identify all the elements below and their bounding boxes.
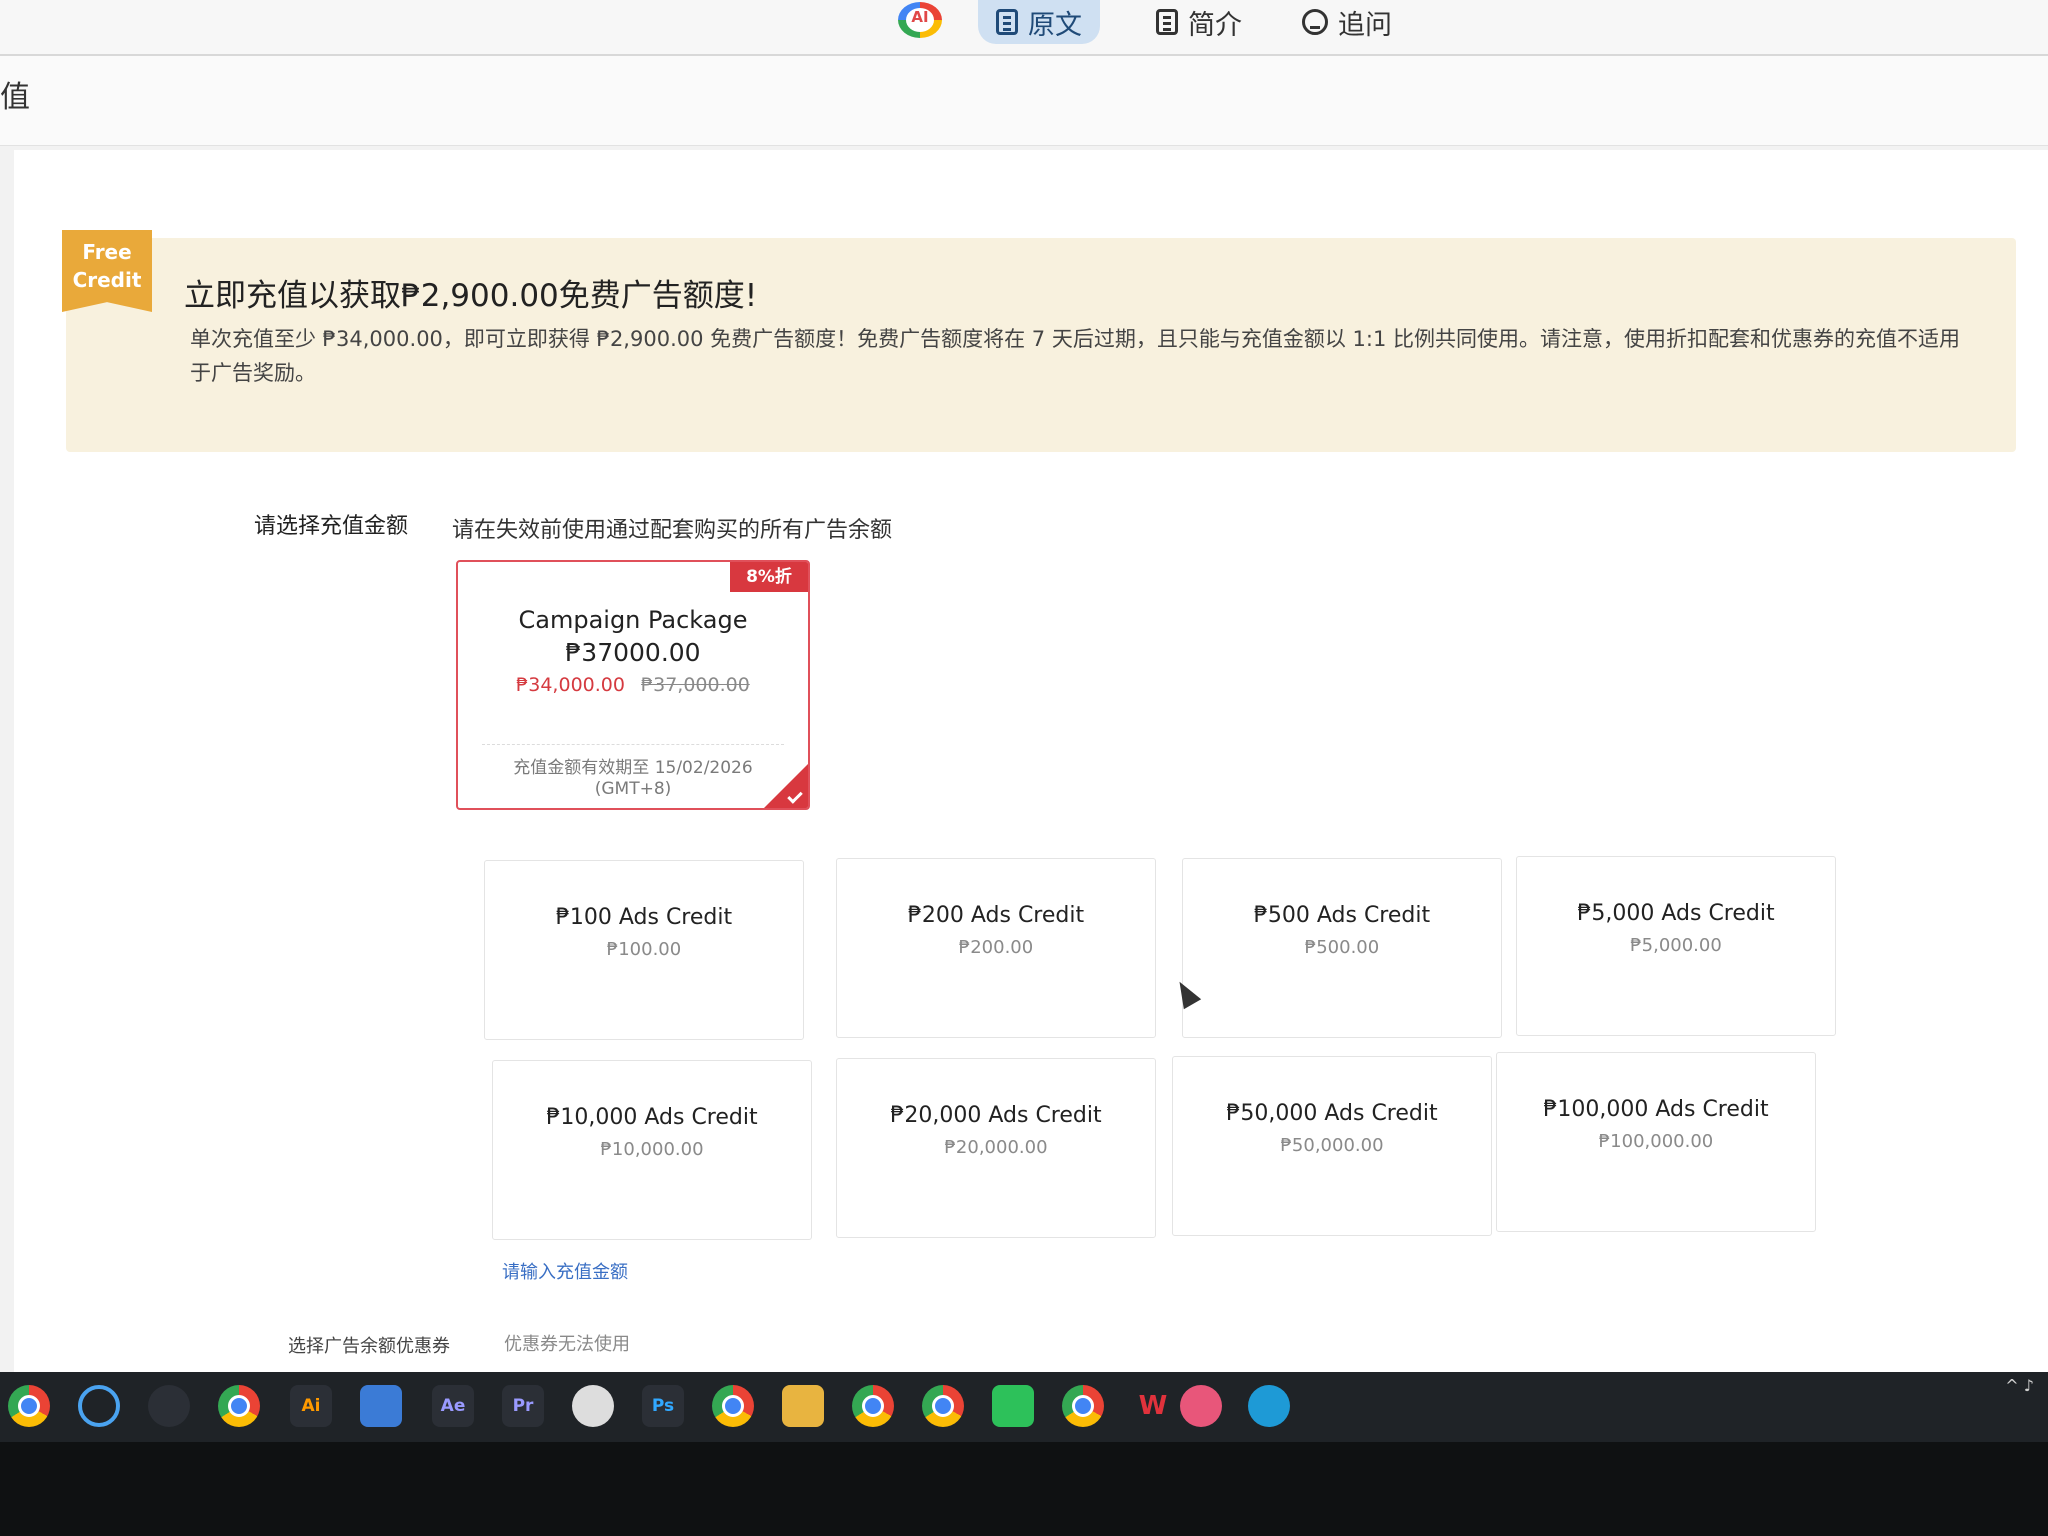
screen-bezel — [0, 1442, 2048, 1536]
credit-name: ₱200 Ads Credit — [907, 903, 1085, 928]
chrome-icon[interactable] — [922, 1385, 964, 1427]
campaign-expiry-date: 充值金额有效期至 15/02/2026 — [513, 758, 753, 778]
chrome-icon[interactable] — [218, 1385, 260, 1427]
credit-name: ₱10,000 Ads Credit — [546, 1105, 758, 1130]
system-tray[interactable]: ^ ♪ — [2005, 1376, 2034, 1395]
edge-icon[interactable] — [1248, 1385, 1290, 1427]
app-icon[interactable] — [360, 1385, 402, 1427]
tab-summary[interactable]: 简介 — [1138, 0, 1260, 44]
campaign-price-row: ₱34,000.00 ₱37,000.00 — [458, 674, 808, 696]
credit-price: ₱500.00 — [1304, 937, 1380, 958]
free-credit-badge: Free Credit — [62, 230, 152, 312]
illustrator-icon[interactable]: Ai — [290, 1385, 332, 1427]
campaign-price: ₱37000.00 — [565, 638, 701, 667]
campaign-package-card[interactable]: 8%折 Campaign Package ₱37000.00 ₱34,000.0… — [456, 560, 810, 810]
chrome-icon[interactable] — [712, 1385, 754, 1427]
banner-title: 立即充值以获取₱2,900.00免费广告额度! — [184, 278, 758, 314]
credit-name: ₱5,000 Ads Credit — [1577, 901, 1775, 926]
page-title: 值 — [0, 80, 30, 115]
ai-logo-text: AI — [911, 8, 929, 26]
wps-icon[interactable]: W — [1132, 1385, 1174, 1427]
credit-price: ₱50,000.00 — [1280, 1135, 1384, 1156]
obs-icon[interactable] — [572, 1385, 614, 1427]
credit-price: ₱200.00 — [958, 937, 1034, 958]
premiere-icon[interactable]: Pr — [502, 1385, 544, 1427]
wechat-icon[interactable] — [992, 1385, 1034, 1427]
tab-original-label: 原文 — [1028, 9, 1082, 41]
badge-line1: Free — [82, 240, 132, 264]
coupon-label: 选择广告余额优惠券 — [288, 1336, 450, 1357]
banner-description: 单次充值至少 ₱34,000.00，即可立即获得 ₱2,900.00 免费广告额… — [190, 327, 1960, 385]
credit-price: ₱10,000.00 — [600, 1139, 704, 1160]
amount-select-note: 请在失效前使用通过配套购买的所有广告余额 — [452, 518, 893, 543]
page-header: 值 — [0, 56, 2048, 146]
campaign-name: Campaign Package — [518, 606, 748, 634]
chrome-icon[interactable] — [1062, 1385, 1104, 1427]
credit-option-50000[interactable]: ₱50,000 Ads Credit ₱50,000.00 — [1172, 1056, 1492, 1236]
credit-price: ₱20,000.00 — [944, 1137, 1048, 1158]
tab-followup[interactable]: 追问 — [1284, 0, 1410, 44]
clipboard-icon — [1156, 9, 1178, 35]
ai-assistant-icon[interactable] — [1180, 1385, 1222, 1427]
campaign-original-price: ₱37,000.00 — [641, 674, 750, 696]
search-icon[interactable] — [78, 1385, 120, 1427]
chat-icon — [1302, 9, 1328, 35]
document-icon — [996, 9, 1018, 35]
chevron-up-icon[interactable]: ^ — [2005, 1376, 2018, 1395]
campaign-expiry: 充值金额有效期至 15/02/2026 (GMT+8) — [458, 758, 808, 800]
file-explorer-icon[interactable] — [782, 1385, 824, 1427]
coupon-note: 优惠券无法使用 — [504, 1334, 630, 1355]
credit-name: ₱50,000 Ads Credit — [1226, 1101, 1438, 1126]
credit-name: ₱20,000 Ads Credit — [890, 1103, 1102, 1128]
volume-icon[interactable]: ♪ — [2024, 1376, 2034, 1395]
credit-option-500[interactable]: ₱500 Ads Credit ₱500.00 — [1182, 858, 1502, 1038]
credit-option-200[interactable]: ₱200 Ads Credit ₱200.00 — [836, 858, 1156, 1038]
credit-price: ₱5,000.00 — [1630, 935, 1722, 956]
chrome-icon[interactable] — [8, 1385, 50, 1427]
tab-summary-label: 简介 — [1188, 9, 1242, 41]
photoshop-icon[interactable]: Ps — [642, 1385, 684, 1427]
credit-name: ₱100,000 Ads Credit — [1543, 1097, 1769, 1122]
tab-followup-label: 追问 — [1338, 9, 1392, 41]
tab-original[interactable]: 原文 — [978, 0, 1100, 44]
davinci-icon[interactable] — [148, 1385, 190, 1427]
credit-option-20000[interactable]: ₱20,000 Ads Credit ₱20,000.00 — [836, 1058, 1156, 1238]
amount-select-label: 请选择充值金额 — [254, 514, 409, 539]
credit-name: ₱100 Ads Credit — [555, 905, 733, 930]
credit-price: ₱100.00 — [606, 939, 682, 960]
campaign-expiry-timezone: (GMT+8) — [594, 779, 672, 799]
ai-logo-icon[interactable]: AI — [898, 2, 942, 38]
taskbar: Ai Ae Pr Ps W — [0, 1372, 2048, 1442]
credit-option-100000[interactable]: ₱100,000 Ads Credit ₱100,000.00 — [1496, 1052, 1816, 1232]
campaign-sale-price: ₱34,000.00 — [516, 674, 625, 696]
custom-amount-link[interactable]: 请输入充值金额 — [502, 1258, 628, 1284]
credit-price: ₱100,000.00 — [1598, 1131, 1714, 1152]
credit-option-10000[interactable]: ₱10,000 Ads Credit ₱10,000.00 — [492, 1060, 812, 1240]
card-divider — [482, 744, 784, 745]
badge-line2: Credit — [72, 268, 142, 292]
credit-option-100[interactable]: ₱100 Ads Credit ₱100.00 — [484, 860, 804, 1040]
chrome-icon[interactable] — [852, 1385, 894, 1427]
credit-name: ₱500 Ads Credit — [1253, 903, 1431, 928]
discount-tag: 8%折 — [730, 562, 808, 592]
credit-option-5000[interactable]: ₱5,000 Ads Credit ₱5,000.00 — [1516, 856, 1836, 1036]
reader-toolbar: AI 原文 简介 追问 — [0, 0, 2048, 56]
after-effects-icon[interactable]: Ae — [432, 1385, 474, 1427]
